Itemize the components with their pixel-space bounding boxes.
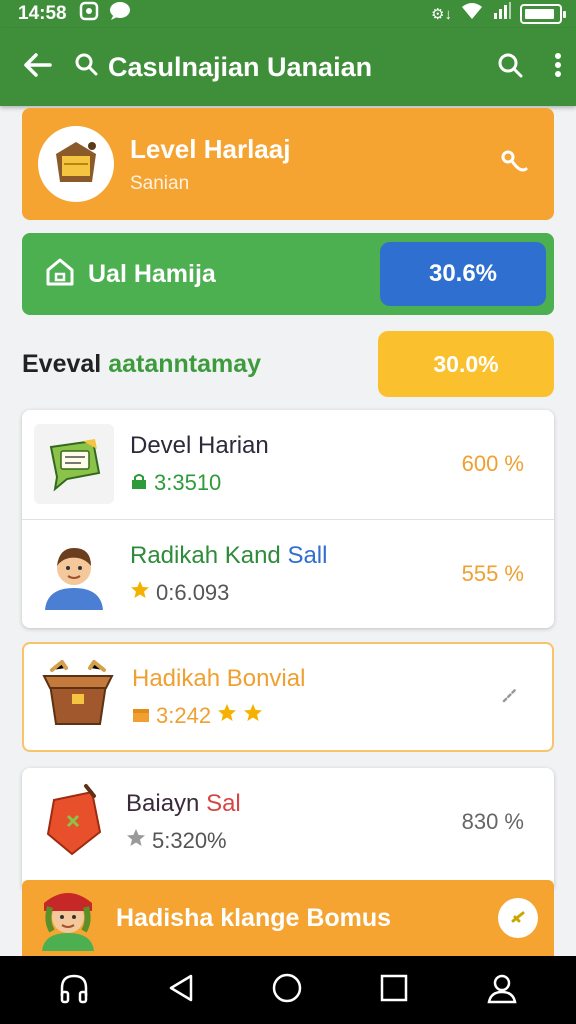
character-avatar-icon (36, 881, 100, 956)
link-icon[interactable] (498, 147, 528, 182)
edit-icon[interactable] (500, 683, 522, 711)
reward-meta: 5:320% (126, 828, 241, 854)
reward-title-group: Baiayn Sal (126, 790, 241, 818)
system-nav-bar (0, 956, 576, 1024)
reward-item-card[interactable]: Baiayn Sal 5:320% 830 % (22, 768, 554, 888)
whatsapp-icon (79, 1, 99, 27)
page-title: Casulnajian Uanaian (108, 51, 373, 82)
home-nav-icon[interactable] (271, 972, 303, 1009)
list-item[interactable]: Devel Harian 3:3510 600 % (22, 424, 554, 504)
daily-stat-value: 30.6% (380, 242, 546, 306)
status-bar: 14:58 ⚙↓ (0, 0, 576, 28)
battery-fill (525, 9, 554, 19)
section-title-accent: aatanntamay (108, 349, 262, 378)
star-icon (126, 828, 146, 854)
list-item[interactable]: Radikah Kand Sall 0:6.093 555 % (22, 534, 554, 614)
section-header: Eveval aatanntamay 30.0% (22, 330, 554, 398)
title-search-icon (74, 52, 98, 83)
search-icon[interactable] (496, 51, 524, 84)
list-item-meta: 3:3510 (130, 470, 269, 496)
list-item: Baiayn Sal 5:320% 830 % (22, 782, 554, 862)
battery-icon (520, 4, 566, 24)
check-icon[interactable] (498, 898, 538, 938)
level-card[interactable]: Level Harlaaj Sanian (22, 108, 554, 220)
back-arrow-icon[interactable] (22, 52, 52, 83)
reward-value: 830 % (461, 809, 524, 834)
list-divider (22, 519, 554, 520)
bonus-item-card[interactable]: Hadikah Bonvial 3:242 (22, 642, 554, 752)
person-avatar-icon (34, 534, 114, 614)
lock-icon (130, 470, 148, 496)
profile-nav-icon[interactable] (486, 972, 518, 1009)
list-item-meta: 0:6.093 (130, 580, 327, 606)
more-vert-icon[interactable] (554, 52, 562, 83)
chat-sticker-icon (34, 424, 114, 504)
level-subtitle: Sanian (130, 172, 190, 194)
treasure-avatar-icon (38, 126, 114, 202)
gift-icon (132, 703, 150, 729)
daily-stat-card[interactable]: Ual Hamija 30.6% (22, 233, 554, 315)
list-item-title: Devel Harian (130, 432, 269, 459)
daily-stat-label: Ual Hamija (88, 259, 216, 288)
home-icon (44, 256, 76, 293)
section-title: Eveval aatanntamay (22, 350, 261, 379)
star-icon (217, 703, 237, 729)
reward-title: Baiayn (126, 790, 200, 817)
headphones-icon[interactable] (58, 972, 90, 1009)
star-icon (243, 703, 263, 729)
reward-meta-text: 5:320% (152, 828, 227, 853)
list-item-title: Radikah Kand (130, 542, 281, 569)
bonus-bar-label: Hadisha klange Bomus (116, 903, 392, 932)
back-nav-icon[interactable] (167, 973, 195, 1008)
list-item-title-suffix: Sall (287, 542, 328, 569)
list-item: Hadikah Bonvial 3:242 (24, 654, 556, 740)
section-value-pill[interactable]: 30.0% (378, 331, 554, 397)
status-time: 14:58 (18, 3, 67, 24)
list-item-meta-text: 3:3510 (154, 470, 222, 495)
signal-icon (492, 1, 512, 27)
app-bar-title-group: Casulnajian Uanaian (74, 52, 372, 83)
bonus-title: Hadikah Bonvial (132, 665, 306, 692)
task-list-card: Devel Harian 3:3510 600 % Radikah Kand S… (22, 410, 554, 628)
section-title-prefix: Eveval (22, 349, 102, 378)
tag-icon (40, 782, 110, 863)
reward-title-suffix: Sal (206, 790, 241, 817)
list-item-value: 600 % (461, 451, 524, 476)
level-title: Level Harlaaj (130, 133, 291, 164)
status-icons-text: ⚙↓ (431, 6, 452, 23)
list-item-value: 555 % (461, 561, 524, 586)
wifi-icon (460, 1, 484, 27)
recents-nav-icon[interactable] (379, 973, 409, 1008)
bonus-meta: 3:242 (132, 703, 305, 729)
star-icon (130, 580, 150, 606)
list-item-meta-text: 0:6.093 (156, 580, 230, 605)
list-item-title-group: Radikah Kand Sall (130, 542, 327, 570)
bonus-bar[interactable]: Hadisha klange Bomus (22, 880, 554, 956)
treasure-chest-icon (40, 658, 116, 735)
app-bar: Casulnajian Uanaian (0, 28, 576, 106)
bonus-meta-text: 3:242 (156, 703, 212, 728)
chat-icon (109, 1, 131, 27)
